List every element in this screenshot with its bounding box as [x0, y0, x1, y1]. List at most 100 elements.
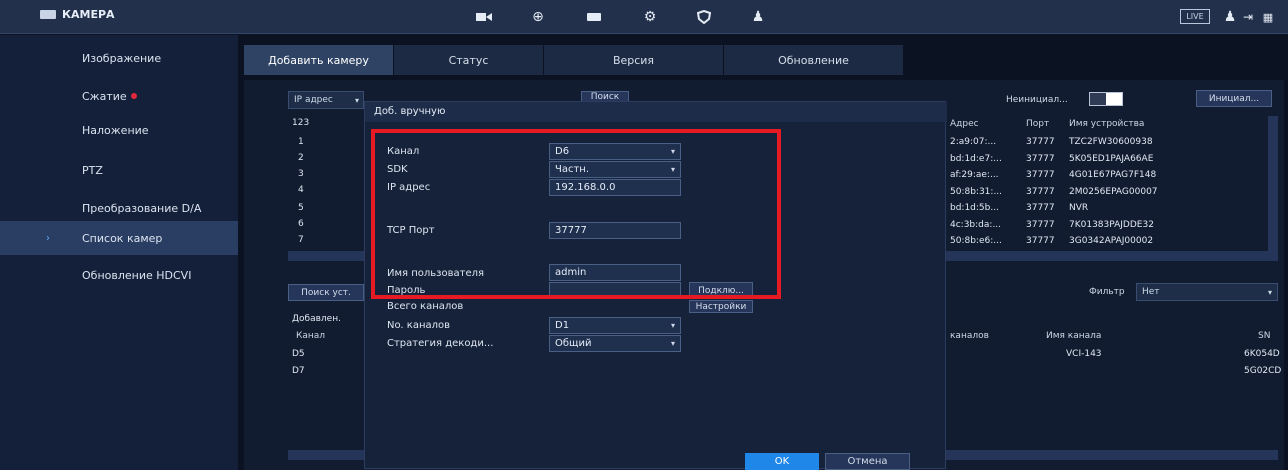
- device-name: 3G0342APAJ00002: [1069, 236, 1154, 246]
- column-header-channels: каналов: [950, 331, 989, 341]
- cancel-button-label: Отмена: [847, 456, 888, 467]
- device-name: TZC2FW30600938: [1069, 137, 1153, 147]
- column-header-address: Адрес: [950, 119, 979, 129]
- device-address: af:29:ae:...: [950, 170, 999, 180]
- chevron-down-icon: ▾: [670, 339, 675, 348]
- device-address: 4c:3b:da:...: [950, 219, 1002, 230]
- app-title-text: КАМЕРА: [62, 8, 115, 21]
- added-row-channel: D5: [292, 349, 305, 359]
- column-header-device-name: Имя устройства: [1069, 119, 1145, 129]
- device-port: 37777: [1026, 170, 1055, 180]
- added-row-channel: D7: [292, 366, 305, 376]
- column-header-channel: Канал: [296, 331, 326, 341]
- tab-update[interactable]: Обновление: [724, 45, 904, 75]
- search-device-button[interactable]: Поиск уст.: [288, 284, 364, 301]
- filter-label: Фильтр: [1089, 287, 1125, 297]
- sidebar-item-da[interactable]: Преобразование D/A: [0, 191, 238, 225]
- settings-button[interactable]: Настройки: [689, 300, 753, 313]
- ip-type-value: IP адрес: [294, 95, 333, 105]
- device-port: 37777: [1026, 153, 1055, 164]
- ok-button-label: OK: [774, 456, 790, 467]
- tab-bar: Добавить камеру Статус Версия Обновление: [244, 45, 904, 75]
- device-address: 50:8b:31:...: [950, 186, 1003, 197]
- system-icon[interactable]: ⚙: [640, 7, 660, 27]
- device-port: 37777: [1026, 186, 1055, 197]
- horizontal-scrollbar[interactable]: [946, 251, 1278, 261]
- init-button[interactable]: Инициал...: [1196, 90, 1272, 107]
- top-bar: КАМЕРА ⊕ ⚙ ♟ LIVE ♟ ⇥ ▦: [0, 0, 1288, 34]
- filter-value: Нет: [1142, 287, 1160, 297]
- storage-icon[interactable]: [584, 7, 604, 27]
- chevron-down-icon: ▾: [354, 95, 359, 105]
- alert-dot-icon: [130, 93, 137, 99]
- device-name: 2M0256EPAG00007: [1069, 186, 1158, 197]
- chevron-down-icon: ▾: [1267, 287, 1272, 297]
- network-icon[interactable]: ⊕: [528, 7, 548, 27]
- filter-select[interactable]: Нет ▾: [1136, 283, 1278, 301]
- chevron-right-icon: ›: [46, 232, 50, 244]
- ok-button[interactable]: OK: [745, 453, 819, 470]
- sidebar-item-label: Преобразование D/A: [82, 201, 202, 215]
- toggle-knob: [1090, 93, 1106, 105]
- column-header-channel-name: Имя канала: [1046, 331, 1102, 341]
- security-icon[interactable]: [694, 7, 714, 27]
- uninit-toggle[interactable]: [1089, 92, 1123, 106]
- horizontal-scrollbar[interactable]: [288, 450, 364, 460]
- sidebar-item-camera-list[interactable]: › Список камер: [0, 221, 238, 255]
- sidebar-item-compression[interactable]: Сжатие: [0, 79, 238, 113]
- device-port: 37777: [1026, 203, 1055, 213]
- init-button-label: Инициал...: [1208, 93, 1260, 104]
- settings-button-label: Настройки: [695, 301, 747, 312]
- decode-strategy-select[interactable]: Общий ▾: [549, 335, 681, 352]
- horizontal-scrollbar[interactable]: [946, 450, 1278, 460]
- uninit-label: Неинициал...: [1006, 95, 1068, 105]
- sidebar-item-ptz[interactable]: PTZ: [0, 153, 238, 187]
- user-icon[interactable]: ♟: [1220, 7, 1240, 27]
- sidebar-item-label: Список камер: [82, 231, 163, 245]
- device-address: bd:1d:5b...: [950, 203, 999, 213]
- channel-no-select[interactable]: D1 ▾: [549, 317, 681, 334]
- highlight-frame: [371, 129, 781, 299]
- grid-icon[interactable]: ▦: [1258, 7, 1278, 27]
- sidebar-item-overlay[interactable]: Наложение: [0, 113, 238, 147]
- added-row-sn: 5G02CD: [1244, 366, 1282, 376]
- column-header-sn: SN: [1258, 331, 1271, 341]
- sidebar-item-label: Сжатие: [82, 89, 127, 103]
- cancel-button[interactable]: Отмена: [825, 453, 910, 470]
- dialog-title: Доб. вручную: [365, 102, 947, 122]
- account-icon[interactable]: ♟: [748, 7, 768, 27]
- tab-version[interactable]: Версия: [544, 45, 724, 75]
- live-button[interactable]: LIVE: [1180, 9, 1210, 24]
- device-port: 37777: [1026, 137, 1055, 147]
- camera-small-icon: [40, 10, 56, 19]
- search-device-label: Поиск уст.: [301, 287, 351, 298]
- decode-strategy-value: Общий: [555, 338, 592, 349]
- device-name: 4G01E67PAG7F148: [1069, 170, 1157, 180]
- row-number-header: 123: [292, 118, 310, 128]
- sidebar-item-label: Изображение: [82, 51, 162, 65]
- sidebar-item-label: Наложение: [82, 123, 149, 137]
- channel-no-label: No. каналов: [387, 320, 451, 331]
- added-row-sn: 6K054D: [1244, 349, 1280, 359]
- ip-type-select[interactable]: IP адрес ▾: [288, 91, 364, 109]
- tab-add-camera[interactable]: Добавить камеру: [244, 45, 394, 75]
- sidebar-item-image[interactable]: Изображение: [0, 41, 238, 75]
- added-devices-title: Добавлен.: [292, 314, 341, 324]
- channel-no-value: D1: [555, 320, 570, 331]
- device-port: 37777: [1026, 236, 1055, 246]
- vertical-scrollbar[interactable]: [1268, 116, 1278, 256]
- sidebar-item-hdcvi-update[interactable]: Обновление HDCVI: [0, 258, 238, 292]
- sidebar: Изображение Сжатие Наложение PTZ Преобра…: [0, 35, 238, 470]
- device-name: 5K05ED1PAJA66AE: [1069, 153, 1154, 164]
- device-address: 2:a9:07:...: [950, 137, 997, 147]
- device-name: NVR: [1069, 203, 1089, 213]
- device-address: 50:8b:e6:...: [950, 236, 1002, 246]
- camera-icon[interactable]: [474, 7, 494, 27]
- live-label: LIVE: [1186, 12, 1204, 21]
- sidebar-item-label: Обновление HDCVI: [82, 268, 192, 282]
- tab-status[interactable]: Статус: [394, 45, 544, 75]
- horizontal-scrollbar[interactable]: [288, 251, 364, 261]
- logout-icon[interactable]: ⇥: [1238, 7, 1258, 27]
- device-name: 7K01383PAJDDE32: [1069, 219, 1154, 230]
- decode-strategy-label: Стратегия декоди...: [387, 338, 494, 349]
